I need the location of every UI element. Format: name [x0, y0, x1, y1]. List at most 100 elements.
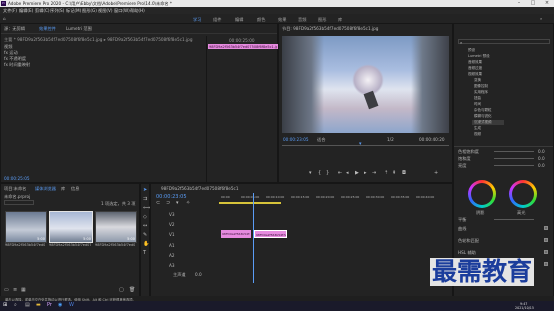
- color-wheels-checkbox[interactable]: [544, 238, 548, 242]
- new-item-icon[interactable]: ▢: [119, 288, 124, 293]
- type-icon[interactable]: T: [143, 251, 146, 256]
- step-back-icon[interactable]: ◂: [346, 171, 349, 176]
- close-icon[interactable]: ×: [540, 0, 554, 7]
- effect-tree-item[interactable]: 实用程序: [474, 90, 488, 95]
- go-to-in-icon[interactable]: ⇤: [338, 171, 342, 176]
- settings-icon[interactable]: +: [434, 171, 438, 176]
- explorer-icon[interactable]: ▬: [36, 303, 41, 308]
- effect-tree-item[interactable]: 视频: [474, 132, 481, 137]
- tab-lumetri-scopes[interactable]: Lumetri 范围: [66, 26, 92, 32]
- pen-icon[interactable]: ✎: [143, 233, 147, 238]
- mini-clip-bar[interactable]: 98FD9a2f563b54f7ed07508f6f8e5c1.jpg: [208, 44, 278, 49]
- start-icon[interactable]: ⊞: [3, 303, 7, 308]
- effect-tree-item[interactable]: 视频效果: [468, 72, 482, 77]
- icon-view-icon[interactable]: ▦: [21, 288, 26, 293]
- effect-tree-item[interactable]: Lumetri 预设: [468, 54, 490, 59]
- wrench-icon[interactable]: ✧: [186, 201, 190, 206]
- project-item[interactable]: 5:00: [95, 211, 137, 243]
- shadows-color-wheel[interactable]: [468, 180, 496, 208]
- list-view-icon[interactable]: ≡: [13, 288, 17, 293]
- effects-search-input[interactable]: ⌕: [458, 39, 550, 45]
- search-icon[interactable]: ⌕: [540, 16, 542, 21]
- project-item[interactable]: 5:00: [5, 211, 47, 243]
- maximize-icon[interactable]: □: [526, 0, 540, 7]
- effect-tree-item[interactable]: 图像控制: [474, 84, 488, 89]
- effect-tree-item[interactable]: 变换: [474, 78, 481, 83]
- hue-sat-slider[interactable]: [494, 151, 534, 152]
- word-icon[interactable]: W: [69, 303, 74, 308]
- effect-tree-item[interactable]: 生成: [474, 126, 481, 131]
- hsl-secondary-checkbox[interactable]: [544, 250, 548, 254]
- add-marker-icon[interactable]: ▾: [176, 201, 179, 206]
- track-label: A1: [169, 243, 175, 248]
- workspace-tab-color[interactable]: 颜色: [257, 17, 265, 23]
- mark-in-icon[interactable]: {: [318, 171, 321, 176]
- slip-icon[interactable]: ↔: [143, 224, 147, 229]
- workspace-tab-effects[interactable]: 效果: [278, 17, 286, 23]
- hand-icon[interactable]: ✋: [143, 242, 149, 247]
- project-panel: 项目:未命名 媒体浏览器 库 信息 未命名.prproj 1 项选定，共 3 项…: [0, 183, 140, 297]
- balance-slider[interactable]: [494, 219, 534, 220]
- tab-source[interactable]: 源：无剪辑: [4, 26, 25, 32]
- effect-tree-item[interactable]: 预设: [468, 48, 475, 53]
- track-select-icon[interactable]: ⇉: [143, 197, 147, 202]
- premiere-taskbar-icon[interactable]: Pr: [47, 303, 52, 308]
- vignette-checkbox[interactable]: [544, 262, 548, 266]
- home-icon[interactable]: ⌂: [3, 16, 6, 21]
- task-view-icon[interactable]: ▤: [25, 303, 30, 308]
- workspace-tab-audio[interactable]: 音频: [298, 17, 306, 23]
- resolution-dropdown[interactable]: 1/2: [387, 137, 394, 142]
- tab-project[interactable]: 项目:未命名: [4, 186, 26, 192]
- tab-effect-controls[interactable]: 效果控件: [39, 26, 56, 32]
- workspace-tab-graphics[interactable]: 图形: [318, 17, 326, 23]
- effect-tree-item[interactable]: 音频过渡: [468, 66, 482, 71]
- timeline-clip[interactable]: 98FD9a2f563b54f7ed0750: [254, 230, 287, 238]
- transport-controls: ▾ { } ⇤ ◂ ▶ ▸ ⇥ ⇡ ⇞ ◘ +: [304, 170, 449, 178]
- curves-checkbox[interactable]: [544, 226, 548, 230]
- row-time-remap[interactable]: fx 时间重映射: [4, 62, 30, 68]
- playhead-marker-icon[interactable]: ▾: [359, 142, 362, 147]
- effect-tree-item[interactable]: 音频效果: [468, 60, 482, 65]
- play-icon[interactable]: ▶: [355, 171, 359, 176]
- ruler-label: 00:00:10:00: [266, 195, 285, 199]
- track-label: V3: [169, 212, 175, 217]
- project-item[interactable]: 5:00: [49, 211, 93, 243]
- selection-tool-icon[interactable]: ➤: [143, 188, 147, 193]
- workspace-tab-assembly[interactable]: 组件: [213, 17, 221, 23]
- lift-icon[interactable]: ⇡: [384, 171, 388, 176]
- extract-icon[interactable]: ⇞: [392, 171, 396, 176]
- effect-tree-item[interactable]: 扭曲: [474, 96, 481, 101]
- go-to-out-icon[interactable]: ⇥: [372, 171, 376, 176]
- saturation-slider[interactable]: [494, 158, 534, 159]
- luminance-slider[interactable]: [494, 165, 534, 166]
- tab-info[interactable]: 信息: [71, 186, 79, 192]
- export-frame-icon[interactable]: ◘: [402, 171, 406, 176]
- fit-dropdown[interactable]: 适合: [317, 137, 325, 143]
- effect-tree-item-selected[interactable]: 沉浸式视频: [472, 120, 504, 125]
- workspace-tab-editing[interactable]: 编辑: [235, 17, 243, 23]
- tab-libraries[interactable]: 库: [61, 186, 65, 192]
- project-search-input[interactable]: [4, 200, 34, 205]
- trash-icon[interactable]: 🗑: [129, 288, 135, 293]
- lock-icon[interactable]: ▭: [4, 288, 9, 293]
- snap-icon[interactable]: ⊂: [156, 201, 160, 206]
- minimize-icon[interactable]: –: [512, 0, 526, 7]
- tab-media-browser[interactable]: 媒体浏览器: [35, 186, 56, 192]
- add-marker-icon[interactable]: ▾: [309, 171, 312, 176]
- effect-tree-item[interactable]: 时间: [474, 102, 481, 107]
- workspace-tab-learn[interactable]: 学习: [193, 17, 201, 23]
- timeline-clip[interactable]: 98FD9a2f563b54f7ed0750: [221, 230, 251, 238]
- program-duration: 00:00:40:20: [419, 137, 445, 142]
- effect-tree-item[interactable]: 模糊与锐化: [474, 114, 492, 119]
- timeline-tab[interactable]: 98FD9a2f563b54f7ed07508f6f8e5c1: [161, 186, 239, 191]
- search-icon[interactable]: ⌕: [14, 303, 17, 308]
- linked-selection-icon[interactable]: ⊃: [166, 201, 170, 206]
- mark-out-icon[interactable]: }: [326, 171, 329, 176]
- step-forward-icon[interactable]: ▸: [364, 171, 367, 176]
- razor-icon[interactable]: ◇: [143, 215, 147, 220]
- workspace-tab-libraries[interactable]: 库: [338, 17, 342, 23]
- browser-icon[interactable]: ◉: [58, 303, 62, 308]
- playhead-line[interactable]: [253, 193, 254, 283]
- highlights-color-wheel[interactable]: [509, 180, 537, 208]
- effect-tree-item[interactable]: 杂色与颗粒: [474, 108, 492, 113]
